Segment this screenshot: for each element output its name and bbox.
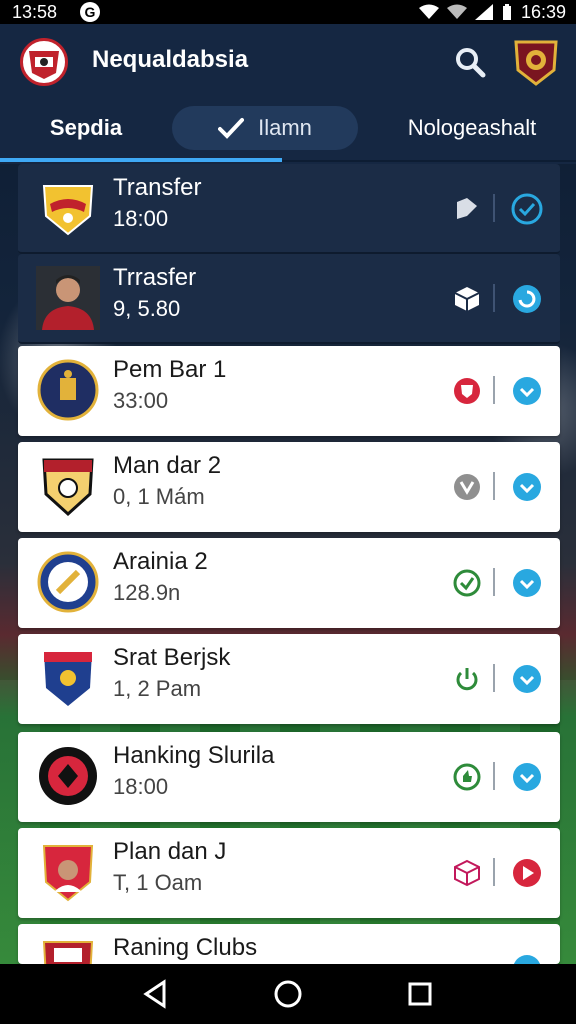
item-time: 1, 2 Pam xyxy=(113,676,202,701)
list-item[interactable]: Man dar 2 0, 1 Mám xyxy=(18,442,560,532)
item-time: 33:00 xyxy=(113,388,169,413)
status-icons: 16:39 xyxy=(418,0,566,24)
tab-label: Ilamn xyxy=(258,115,312,140)
item-name: Transfer xyxy=(113,174,202,201)
club-crest-icon xyxy=(42,941,94,964)
item-name: Hanking Slurila xyxy=(113,742,275,769)
status-time-left: 13:58 xyxy=(12,2,58,22)
tab-nologeashalt[interactable]: Nologeashalt xyxy=(372,106,572,150)
item-time: 18:00 xyxy=(113,774,169,799)
item-time: 18:00 xyxy=(113,206,169,231)
app-title: Nequaldabsia xyxy=(92,46,249,73)
club-crest-icon xyxy=(42,458,94,517)
chevron-circle-icon[interactable] xyxy=(510,470,544,504)
status-time-right: 16:39 xyxy=(520,2,566,22)
club-crest-icon xyxy=(37,359,99,421)
list-item[interactable]: Trrasfer 9, 5.80 xyxy=(18,254,560,344)
club-crest-icon xyxy=(42,185,94,236)
divider xyxy=(493,194,495,222)
item-time: T, 1 Oam xyxy=(113,870,203,895)
club-crest-icon xyxy=(42,845,94,902)
item-name: Trrasfer xyxy=(113,264,197,291)
list-item[interactable]: Pem Bar 1 33:00 xyxy=(18,346,560,436)
item-time: 128.9n xyxy=(113,580,181,605)
item-name: Srat Berjsk xyxy=(113,644,231,671)
app-header: Nequaldabsia Sepdia Ilamn Nologeashalt xyxy=(0,24,576,164)
chevron-circle-icon[interactable] xyxy=(510,760,544,794)
list-item[interactable]: Raning Clubs xyxy=(18,924,560,964)
v-circle-icon[interactable] xyxy=(452,472,482,502)
list-item[interactable]: Hanking Slurila 18:00 xyxy=(18,732,560,822)
share-icon[interactable] xyxy=(452,194,482,224)
club-crest-icon xyxy=(44,652,92,706)
item-name: Plan dan J xyxy=(113,838,227,865)
system-nav-bar xyxy=(0,964,576,1024)
item-time: 9, 5.80 xyxy=(113,296,181,321)
item-name: Man dar 2 xyxy=(113,452,222,479)
check-circle-icon[interactable] xyxy=(510,192,544,226)
status-bar: 13:58 G 16:39 xyxy=(0,0,576,24)
divider xyxy=(493,284,495,312)
home-icon[interactable] xyxy=(272,978,304,1010)
list-item[interactable]: Srat Berjsk 1, 2 Pam xyxy=(18,634,560,724)
divider xyxy=(493,472,495,500)
player-photo xyxy=(36,266,100,330)
list-item[interactable]: Transfer 18:00 xyxy=(18,164,560,254)
power-icon[interactable] xyxy=(452,664,482,694)
profile-badge-icon[interactable] xyxy=(512,36,560,88)
shield-icon[interactable] xyxy=(452,376,482,406)
cube-icon[interactable] xyxy=(452,858,482,888)
item-name: Raning Clubs xyxy=(113,934,258,961)
google-icon: G xyxy=(80,2,100,22)
chevron-circle-icon[interactable] xyxy=(510,952,544,964)
divider xyxy=(493,858,495,886)
divider xyxy=(493,664,495,692)
play-circle-icon[interactable] xyxy=(510,856,544,890)
club-logo-icon[interactable] xyxy=(20,38,68,86)
tab-bar: Sepdia Ilamn Nologeashalt xyxy=(0,106,576,162)
refresh-circle-icon[interactable] xyxy=(510,282,544,316)
divider xyxy=(493,762,495,790)
club-crest-icon xyxy=(39,747,97,805)
item-time: 0, 1 Mám xyxy=(113,484,205,509)
chevron-circle-icon[interactable] xyxy=(510,566,544,600)
search-icon[interactable] xyxy=(452,44,488,80)
battery-icon xyxy=(502,4,511,20)
wifi-icon xyxy=(418,4,439,19)
back-icon[interactable] xyxy=(140,978,172,1010)
divider xyxy=(493,376,495,404)
check-circle-icon[interactable] xyxy=(452,568,482,598)
cube-icon[interactable] xyxy=(452,284,482,314)
wifi-icon xyxy=(446,4,467,19)
pencil-icon xyxy=(218,118,245,139)
signal-icon xyxy=(474,4,493,20)
item-name: Pem Bar 1 xyxy=(113,356,227,383)
item-name: Arainia 2 xyxy=(113,548,208,575)
active-tab-indicator xyxy=(0,158,282,162)
list-item[interactable]: Arainia 2 128.9n xyxy=(18,538,560,628)
recents-icon[interactable] xyxy=(404,978,436,1010)
club-crest-icon xyxy=(37,551,99,613)
tab-sepdia[interactable]: Sepdia xyxy=(0,106,172,150)
chevron-circle-icon[interactable] xyxy=(510,662,544,696)
divider xyxy=(493,568,495,596)
chevron-circle-icon[interactable] xyxy=(510,374,544,408)
thumb-icon[interactable] xyxy=(452,762,482,792)
tab-ilamn[interactable]: Ilamn xyxy=(172,106,358,150)
list-item[interactable]: Plan dan J T, 1 Oam xyxy=(18,828,560,918)
